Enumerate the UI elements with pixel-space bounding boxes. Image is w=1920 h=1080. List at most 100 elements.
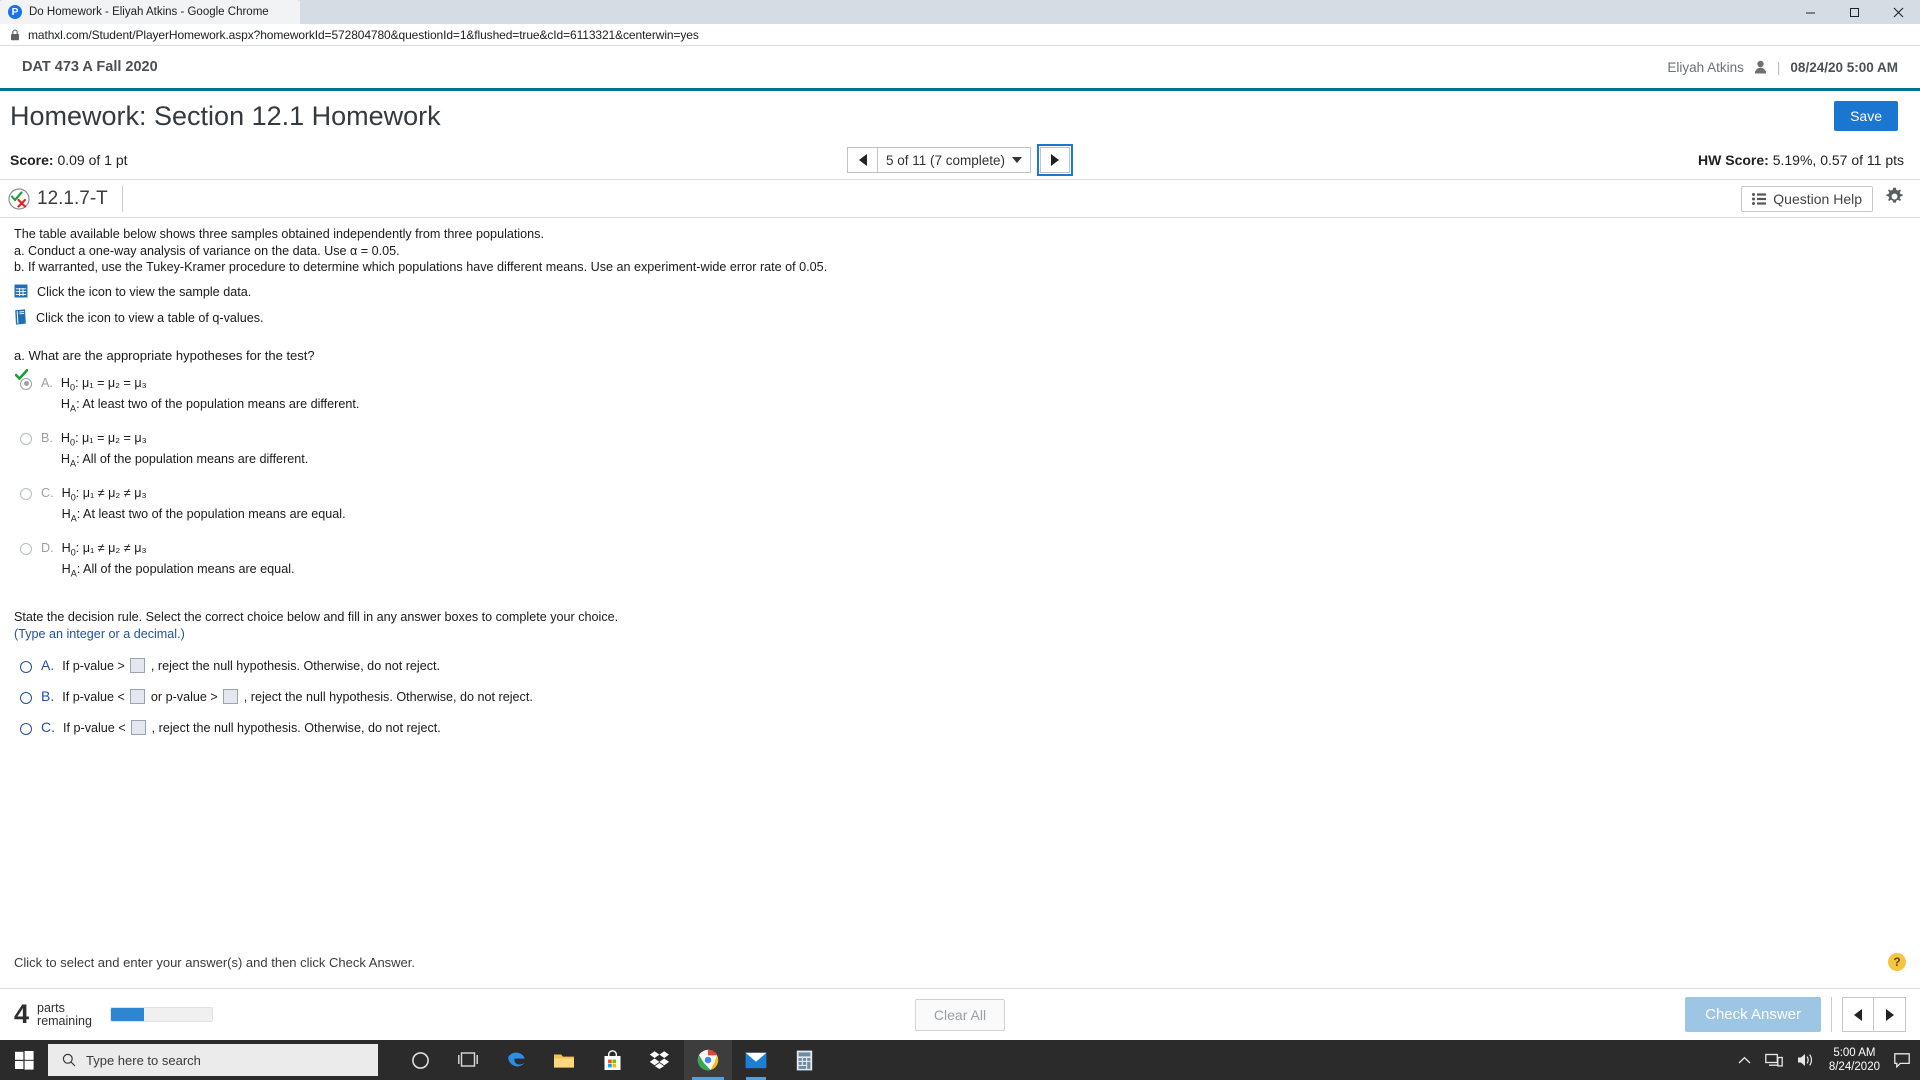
page-title: Homework: Section 12.1 Homework	[10, 100, 441, 131]
h-body: : At least two of the population means a…	[76, 397, 360, 412]
sample-data-link-row[interactable]: Click the icon to view the sample data.	[14, 284, 1906, 301]
body-part-a-b: H0: μ₁ = μ₂ = μ₃ HA: All of the populati…	[61, 430, 308, 473]
decision-c-seg2: , reject the null hypothesis. Otherwise,…	[151, 720, 441, 735]
header-timestamp: 08/24/20 5:00 AM	[1790, 59, 1898, 75]
part-a-choice-b[interactable]: B. H0: μ₁ = μ₂ = μ₃ HA: All of the popul…	[14, 430, 1906, 473]
radio-decision-c[interactable]	[20, 722, 32, 735]
list-icon	[1752, 192, 1767, 205]
decision-b-seg1: If p-value <	[62, 689, 125, 704]
decision-a-seg1: If p-value >	[62, 658, 125, 673]
table-icon[interactable]	[14, 284, 28, 301]
check-answer-button[interactable]: Check Answer	[1685, 997, 1821, 1032]
dropbox-icon[interactable]	[636, 1040, 684, 1080]
footer-divider	[1831, 997, 1832, 1032]
decision-a-answer-box[interactable]	[130, 657, 146, 673]
footer-toolbar: 4 parts remaining Clear All Check Answer	[0, 989, 1920, 1040]
next-question-button[interactable]	[1040, 147, 1071, 173]
save-button[interactable]: Save	[1834, 101, 1898, 131]
part-a-choice-c[interactable]: C. H0: μ₁ ≠ μ₂ ≠ μ₃ HA: At least two of …	[14, 485, 1906, 528]
h-prefix: H	[60, 430, 71, 445]
browser-tab[interactable]: P Do Homework - Eliyah Atkins - Google C…	[0, 0, 300, 24]
decision-a-seg2: , reject the null hypothesis. Otherwise,…	[150, 658, 440, 673]
maximize-button[interactable]	[1832, 0, 1876, 24]
clear-all-button[interactable]: Clear All	[914, 998, 1006, 1031]
taskbar-icons	[396, 1040, 828, 1080]
calculator-icon[interactable]	[780, 1040, 828, 1080]
correct-check-icon	[15, 368, 28, 380]
question-help-button[interactable]: Question Help	[1741, 185, 1873, 212]
mathxl-header: DAT 473 A Fall 2020 Eliyah Atkins | 08/2…	[0, 46, 1920, 91]
decision-choice-c[interactable]: C. If p-value < , reject the null hypoth…	[14, 719, 1906, 736]
person-icon[interactable]	[1754, 60, 1767, 74]
volume-icon[interactable]	[1797, 1052, 1815, 1068]
action-center-icon[interactable]	[1894, 1052, 1910, 1068]
null-hypothesis-d: H0: μ₁ ≠ μ₂ ≠ μ₃	[62, 540, 295, 562]
mathxl-favicon: P	[8, 5, 22, 19]
footer-next-button[interactable]	[1874, 997, 1906, 1032]
course-title: DAT 473 A Fall 2020	[22, 59, 158, 75]
chevron-down-icon	[1012, 157, 1023, 163]
h-prefix: H	[60, 397, 71, 412]
part-a-choice-a[interactable]: A. H0: μ₁ = μ₂ = μ₃ HA: At least two of …	[14, 368, 1906, 418]
mail-icon[interactable]	[732, 1040, 780, 1080]
previous-question-button[interactable]	[846, 147, 877, 173]
chrome-icon[interactable]	[684, 1040, 732, 1080]
window-controls	[1788, 0, 1920, 24]
url-text: mathxl.com/Student/PlayerHomework.aspx?h…	[28, 27, 699, 42]
body-part-a-c: H0: μ₁ ≠ μ₂ ≠ μ₃ HA: At least two of the…	[62, 485, 346, 528]
h-prefix: H	[61, 540, 71, 555]
decision-b-answer-box-2[interactable]	[223, 688, 239, 704]
radio-decision-b[interactable]	[20, 691, 32, 704]
score-label: Score:	[10, 152, 54, 168]
decision-choice-a[interactable]: A. If p-value > , reject the null hypoth…	[14, 657, 1906, 674]
address-bar[interactable]: mathxl.com/Student/PlayerHomework.aspx?h…	[0, 24, 1920, 46]
question-select-label: 5 of 11 (7 complete)	[885, 152, 1006, 168]
start-button[interactable]	[0, 1040, 48, 1080]
h-body: : All of the population means are equal.	[76, 562, 295, 577]
sample-data-link-text: Click the icon to view the sample data.	[37, 285, 252, 299]
question-navigator: 5 of 11 (7 complete)	[846, 144, 1074, 176]
triangle-left-icon	[858, 154, 867, 166]
partially-correct-icon	[8, 187, 30, 210]
radio-part-a-d[interactable]	[20, 542, 32, 555]
stem-line-3: b. If warranted, use the Tukey-Kramer pr…	[14, 260, 828, 274]
progress-bar-fill	[110, 1008, 145, 1021]
minimize-button[interactable]	[1788, 0, 1832, 24]
clock-date: 8/24/2020	[1828, 1061, 1880, 1073]
help-icon[interactable]: ?	[1888, 953, 1906, 971]
gear-icon[interactable]	[1885, 187, 1904, 211]
h-body: : μ₁ = μ₂ = μ₃	[75, 375, 147, 390]
triangle-right-icon	[1051, 154, 1060, 166]
taskbar-clock[interactable]: 5:00 AM 8/24/2020	[1829, 1046, 1880, 1074]
label-part-a-d: D.	[41, 540, 54, 555]
decision-c-answer-box[interactable]	[131, 719, 147, 735]
radio-part-a-b[interactable]	[20, 432, 32, 445]
decision-rule-text: State the decision rule. Select the corr…	[14, 609, 619, 624]
header-user-area: Eliyah Atkins | 08/24/20 5:00 AM	[1667, 60, 1898, 75]
task-view-icon[interactable]	[444, 1040, 492, 1080]
close-button[interactable]	[1876, 0, 1920, 24]
decision-a-text: If p-value > , reject the null hypothesi…	[62, 657, 440, 673]
network-icon[interactable]	[1764, 1052, 1783, 1068]
q-values-link-row[interactable]: Click the icon to view a table of q-valu…	[14, 308, 1906, 328]
radio-part-a-c[interactable]	[20, 487, 32, 500]
edge-icon[interactable]	[492, 1040, 540, 1080]
triangle-left-icon	[1854, 1008, 1862, 1021]
decision-c-text: If p-value < , reject the null hypothesi…	[63, 719, 441, 735]
decision-b-seg2: or p-value >	[150, 689, 218, 704]
radio-decision-a[interactable]	[20, 660, 32, 673]
book-icon[interactable]	[14, 308, 27, 328]
cortana-icon[interactable]	[396, 1040, 444, 1080]
h-prefix: H	[61, 562, 71, 577]
part-a-choice-d[interactable]: D. H0: μ₁ ≠ μ₂ ≠ μ₃ HA: All of the popul…	[14, 540, 1906, 583]
taskbar-search-placeholder: Type here to search	[86, 1052, 201, 1068]
decision-b-answer-box-1[interactable]	[130, 688, 146, 704]
show-hidden-icons-button[interactable]	[1738, 1056, 1751, 1065]
footer-previous-button[interactable]	[1842, 997, 1874, 1032]
decision-rule-note: (Type an integer or a decimal.)	[14, 626, 185, 641]
decision-choice-b[interactable]: B. If p-value < or p-value > , reject th…	[14, 688, 1906, 705]
file-explorer-icon[interactable]	[540, 1040, 588, 1080]
taskbar-search-input[interactable]: Type here to search	[48, 1044, 378, 1076]
question-select-dropdown[interactable]: 5 of 11 (7 complete)	[876, 147, 1032, 173]
microsoft-store-icon[interactable]	[588, 1040, 636, 1080]
